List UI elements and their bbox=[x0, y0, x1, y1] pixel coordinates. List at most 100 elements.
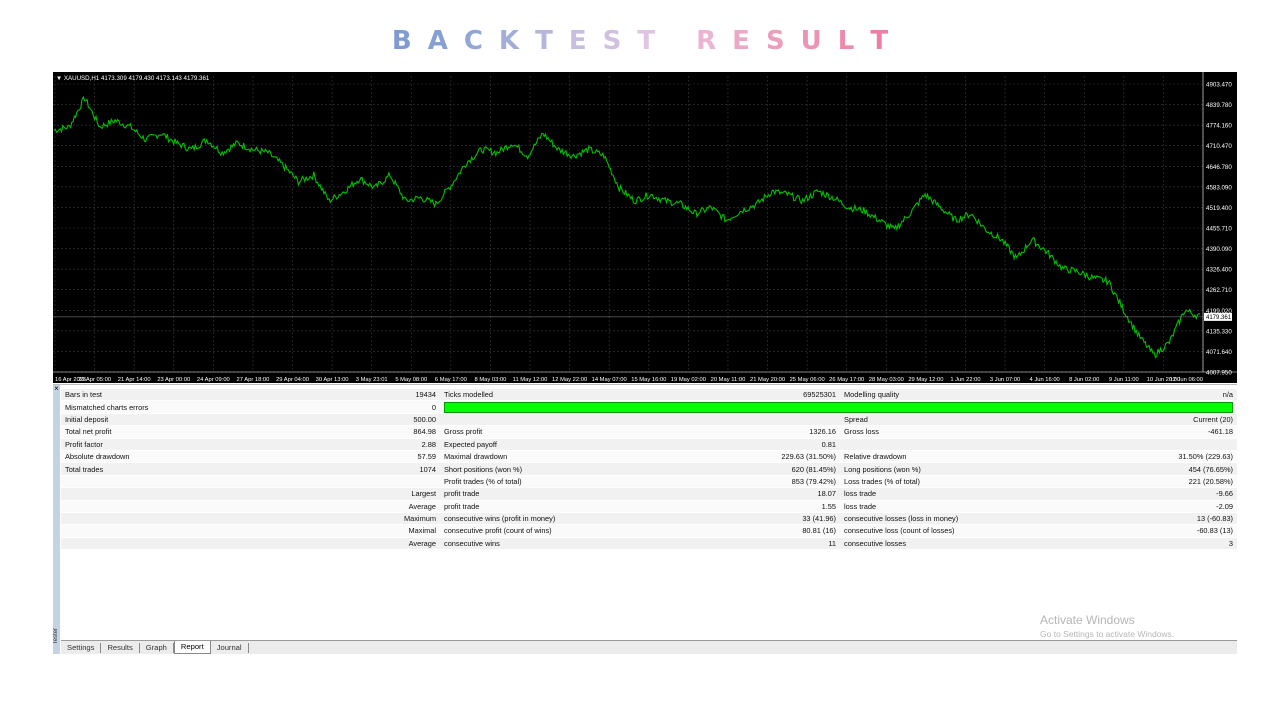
report-col-2: profit trade 18.07 bbox=[440, 487, 841, 501]
price-series-line bbox=[53, 95, 1201, 359]
date-tick-label: 26 May 17:00 bbox=[829, 377, 864, 383]
banner-letter: R bbox=[696, 26, 717, 56]
report-row: Absolute drawdown 57.59 Maximal drawdown 22… bbox=[61, 450, 1238, 464]
report-label-1: Absolute drawdown bbox=[61, 450, 160, 464]
date-tick-label: 3 May 23:01 bbox=[356, 377, 388, 383]
banner-letter: C bbox=[463, 26, 483, 56]
report-label-2: consecutive wins (profit in money) bbox=[444, 514, 556, 524]
report-value-2: 11 bbox=[828, 538, 837, 548]
banner-letter: B bbox=[391, 26, 412, 56]
date-tick-label: 12 May 22:00 bbox=[552, 377, 587, 383]
report-col-2: Maximal drawdown 229.63 (31.50%) bbox=[440, 450, 841, 464]
report-label-3: consecutive losses (loss in money) bbox=[840, 512, 1011, 526]
report-label-3: loss trade bbox=[840, 487, 1011, 501]
price-tick-label: 4390.090 bbox=[1206, 246, 1232, 253]
current-price-label: 4179.361 bbox=[1206, 315, 1232, 321]
report-label-1: Total trades bbox=[61, 462, 160, 476]
report-label-3: loss trade bbox=[840, 500, 1011, 513]
report-value-1: Largest bbox=[160, 487, 440, 501]
report-value-2: 1.55 bbox=[821, 501, 837, 511]
report-label-2: consecutive wins bbox=[444, 538, 500, 548]
tab-report[interactable]: Report bbox=[173, 641, 211, 654]
price-chart-svg: 4903.470 4839.780 4774.160 4710.470 4646.780… bbox=[53, 72, 1237, 383]
date-tick-label: 3 Jun 07:00 bbox=[990, 377, 1020, 383]
report-col-2: Gross profit 1326.16 bbox=[440, 425, 841, 439]
date-tick-label: 5 May 08:00 bbox=[395, 377, 427, 383]
report-value-1 bbox=[160, 475, 440, 489]
report-value-3: 3 bbox=[1010, 537, 1238, 551]
report-value-3 bbox=[1010, 438, 1238, 451]
report-value-2: 69525301 bbox=[803, 390, 837, 400]
price-tick-label: 4839.780 bbox=[1206, 102, 1232, 109]
price-tick-label: 4710.470 bbox=[1206, 143, 1232, 150]
price-tick-label: 4135.330 bbox=[1206, 328, 1232, 335]
date-tick-label: 24 Apr 09:00 bbox=[197, 377, 230, 383]
report-label-3: consecutive losses bbox=[840, 537, 1011, 551]
tab-graph[interactable]: Graph bbox=[140, 642, 174, 653]
banner-letter bbox=[671, 26, 680, 56]
banner-letter: T bbox=[637, 26, 656, 56]
banner-letter: A bbox=[427, 26, 448, 56]
date-tick-label: 15 May 16:00 bbox=[631, 377, 666, 383]
report-value-3: -2.09 bbox=[1010, 500, 1238, 513]
report-label-1 bbox=[61, 475, 160, 489]
date-tick-label: 23 Apr 00:00 bbox=[157, 377, 190, 383]
date-tick-label: 8 May 03:00 bbox=[474, 377, 506, 383]
price-tick-label: 4583.090 bbox=[1206, 184, 1232, 191]
report-value-1: 0 bbox=[160, 400, 440, 414]
report-value-3: Current (20) bbox=[1010, 413, 1238, 427]
date-tick-label: 21 Apr 14:00 bbox=[118, 377, 151, 383]
price-tick-label: 4007.950 bbox=[1206, 370, 1232, 377]
date-tick-label: 12 Jun 06:00 bbox=[1169, 377, 1203, 383]
banner-letter: T bbox=[870, 26, 889, 56]
report-label-3 bbox=[840, 438, 1011, 451]
report-row: Average profit trade 1.55 loss trade -2.09 bbox=[61, 500, 1238, 513]
close-icon[interactable]: × bbox=[53, 385, 60, 393]
report-label-2: Ticks modelled bbox=[444, 390, 494, 400]
report-label-2: consecutive profit (count of wins) bbox=[444, 526, 552, 536]
report-value-3: 31.50% (229.63) bbox=[1010, 450, 1238, 464]
report-value-3: n/a bbox=[1010, 389, 1238, 402]
report-value-1: Average bbox=[160, 500, 440, 513]
price-tick-label: 4903.470 bbox=[1206, 82, 1232, 89]
price-tick-label: 4455.710 bbox=[1206, 226, 1232, 233]
report-label-2: profit trade bbox=[444, 501, 480, 511]
price-tick-label: 4071.640 bbox=[1206, 349, 1232, 356]
modelling-quality-bar bbox=[444, 401, 1234, 413]
date-tick-label: 1 Jun 22:00 bbox=[950, 377, 980, 383]
tester-side-strip[interactable]: × Tester bbox=[53, 385, 60, 654]
report-row: Profit factor 2.88 Expected payoff 0.81 bbox=[61, 438, 1238, 451]
report-label-3: Relative drawdown bbox=[840, 450, 1011, 464]
report-label-2: Gross profit bbox=[444, 427, 483, 437]
report-col-2: profit trade 1.55 bbox=[440, 500, 841, 513]
report-value-3: 221 (20.58%) bbox=[1010, 475, 1238, 489]
report-col-2: consecutive wins (profit in money) 33 (41… bbox=[440, 512, 841, 526]
tab-journal[interactable]: Journal bbox=[211, 642, 249, 653]
report-label-2: Short positions (won %) bbox=[444, 464, 523, 474]
report-label-1: Profit factor bbox=[61, 438, 160, 451]
report-row: Total trades 1074 Short positions (won %) 6… bbox=[61, 462, 1238, 476]
date-tick-label: 29 May 12:00 bbox=[908, 377, 943, 383]
tab-results[interactable]: Results bbox=[101, 642, 140, 653]
price-chart[interactable]: 4903.470 4839.780 4774.160 4710.470 4646.780… bbox=[53, 72, 1237, 383]
report-label-3: Gross loss bbox=[840, 425, 1011, 439]
report-label-2: Expected payoff bbox=[444, 439, 497, 449]
report-value-1: Maximal bbox=[160, 524, 440, 538]
report-value-1: 2.88 bbox=[160, 438, 440, 451]
report-value-2: 18.07 bbox=[817, 489, 837, 499]
price-tick-label: 4262.710 bbox=[1206, 287, 1232, 294]
report-label-1: Bars in test bbox=[61, 389, 160, 402]
tab-settings[interactable]: Settings bbox=[61, 642, 102, 653]
price-tick-label: 4519.400 bbox=[1206, 205, 1232, 212]
report-value-1: 57.59 bbox=[160, 450, 440, 464]
date-tick-label: 30 Apr 13:00 bbox=[316, 377, 349, 383]
report-row: Largest profit trade 18.07 loss trade -9.66 bbox=[61, 487, 1238, 501]
report-row: Total net profit 864.98 Gross profit 1326.1… bbox=[61, 425, 1238, 439]
report-col-2: Expected payoff 0.81 bbox=[440, 438, 841, 451]
report-col-2: Profit trades (% of total) 853 (79.42%) bbox=[440, 475, 841, 489]
report-label-1: Initial deposit bbox=[61, 413, 160, 427]
report-label-1 bbox=[61, 524, 160, 538]
report-label-3: Spread bbox=[840, 413, 1011, 427]
price-tick-label: 4326.400 bbox=[1206, 267, 1232, 274]
report-col-2: consecutive profit (count of wins) 80.81 … bbox=[440, 524, 841, 538]
